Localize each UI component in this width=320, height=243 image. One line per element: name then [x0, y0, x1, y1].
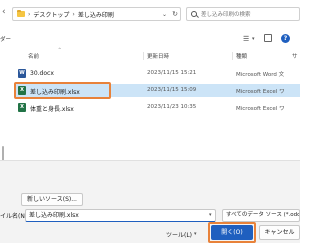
file-row[interactable]: W 30.docx 2023/11/15 15:21 Microsoft Wor…: [14, 67, 300, 80]
address-bar[interactable]: › デスクトップ › 差し込み印刷 ⌄ ↻: [12, 7, 181, 21]
toolbar: ダー ☰ ▾ ?: [0, 33, 300, 45]
back-arrow-icon[interactable]: ‹: [2, 8, 6, 17]
folder-icon: [17, 9, 25, 17]
cancel-button[interactable]: キャンセル: [259, 225, 300, 240]
help-icon[interactable]: ?: [281, 34, 290, 43]
chevron-down-icon[interactable]: ▾: [209, 212, 212, 218]
column-divider[interactable]: [143, 52, 144, 60]
file-row[interactable]: X 体重と身長.xlsx 2023/11/23 10:35 Microsoft …: [14, 101, 300, 114]
new-source-button[interactable]: 新しいソース(S)...: [21, 193, 83, 206]
file-type: Microsoft Word 文: [236, 72, 285, 78]
breadcrumb-current-folder[interactable]: 差し込み印刷: [78, 10, 114, 19]
column-header-name[interactable]: 名前: [28, 52, 39, 60]
file-name: 30.docx: [30, 70, 54, 77]
chevron-down-icon[interactable]: ⌄: [162, 11, 167, 18]
file-modified: 2023/11/15 15:09: [147, 87, 197, 93]
address-bar-area: ‹ › デスクトップ › 差し込み印刷 ⌄ ↻ 差し込み印刷の検索: [0, 0, 300, 26]
file-type: Microsoft Excel ワ: [236, 89, 285, 95]
column-header-modified[interactable]: 更新日時: [147, 52, 169, 60]
file-type: Microsoft Excel ワ: [236, 106, 285, 112]
column-header-type[interactable]: 種類: [236, 52, 247, 60]
tools-menu-button[interactable]: ツール(L): [166, 230, 192, 239]
search-icon: [191, 11, 197, 17]
search-placeholder: 差し込み印刷の検索: [201, 12, 251, 18]
file-type-filter-select[interactable]: すべてのデータ ソース (*.odc;*.mdb;: [222, 209, 300, 222]
chevron-down-icon[interactable]: ▾: [252, 36, 255, 42]
column-divider[interactable]: [232, 52, 233, 60]
preview-pane-icon[interactable]: [264, 34, 272, 42]
refresh-icon[interactable]: ↻: [172, 10, 178, 18]
sort-ascending-icon: ^: [58, 47, 62, 52]
file-modified: 2023/11/15 15:21: [147, 70, 197, 76]
chevron-right-icon: ›: [72, 10, 75, 18]
breadcrumb-desktop[interactable]: デスクトップ: [33, 10, 69, 19]
filename-input[interactable]: 差し込み印刷.xlsx: [25, 209, 216, 222]
new-folder-button-label[interactable]: ダー: [0, 35, 11, 43]
open-button[interactable]: 開く(O): [211, 225, 253, 240]
column-header-size[interactable]: サ: [292, 52, 298, 60]
search-input[interactable]: 差し込み印刷の検索: [186, 7, 300, 21]
view-options-icon[interactable]: ☰: [243, 35, 249, 43]
file-name: 体重と身長.xlsx: [30, 106, 74, 113]
chevron-down-icon[interactable]: ▾: [194, 231, 197, 237]
word-file-icon: W: [18, 69, 26, 78]
excel-file-icon: X: [18, 103, 26, 112]
file-modified: 2023/11/23 10:35: [147, 104, 197, 110]
selection-highlight-annotation: [14, 82, 111, 99]
chevron-right-icon: ›: [28, 10, 31, 18]
